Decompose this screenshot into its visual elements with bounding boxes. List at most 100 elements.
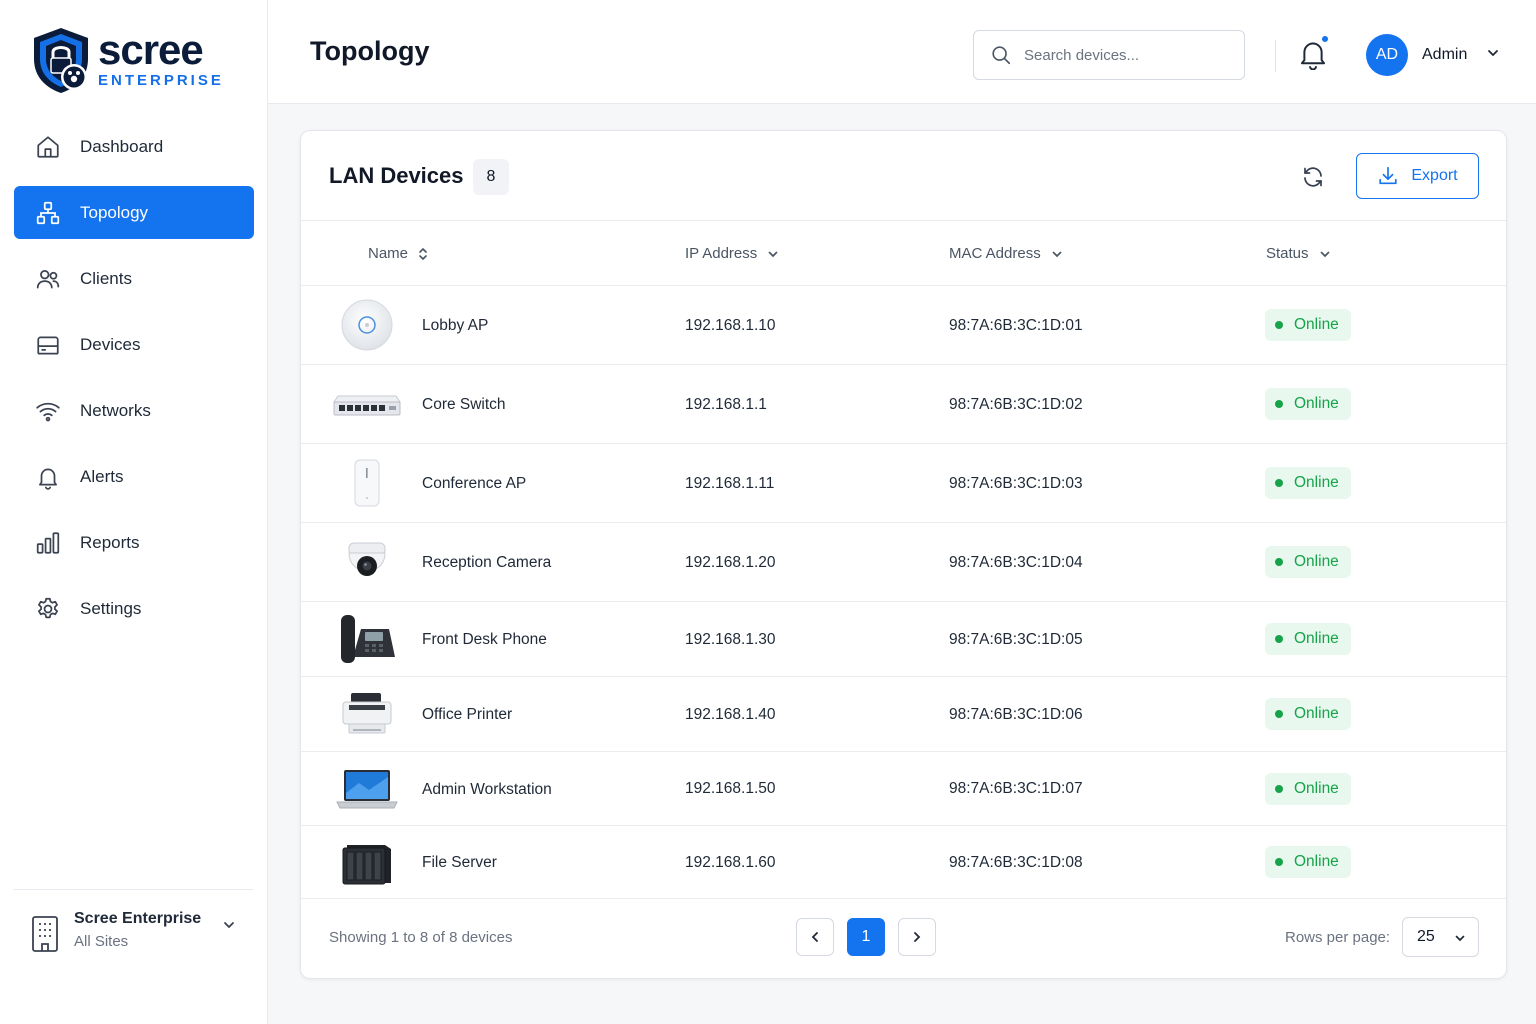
status-label: Online: [1294, 705, 1339, 722]
brand-logo[interactable]: scree ENTERPRISE: [28, 24, 224, 96]
sidebar-item-topology[interactable]: Topology: [14, 186, 254, 239]
rows-per-page-select[interactable]: 25: [1402, 917, 1479, 957]
status-dot: [1275, 710, 1283, 718]
device-name: Office Printer: [422, 706, 513, 723]
sidebar: scree ENTERPRISE Dashboard Topology Clie…: [0, 0, 268, 1024]
dome-camera-icon: [331, 534, 403, 590]
page-title: Topology: [310, 36, 430, 66]
column-header-ip[interactable]: IP Address: [685, 245, 779, 262]
topology-icon: [34, 199, 62, 227]
status-badge: Online: [1265, 467, 1351, 499]
column-label: Status: [1266, 245, 1309, 262]
notifications-button[interactable]: [1298, 34, 1330, 72]
mac-address: 98:7A:6B:3C:1D:04: [949, 554, 1083, 571]
sidebar-item-reports[interactable]: Reports: [14, 516, 254, 569]
rows-per-page-label: Rows per page:: [1285, 929, 1391, 946]
mac-address: 98:7A:6B:3C:1D:07: [949, 780, 1083, 797]
status-dot: [1275, 558, 1283, 566]
table-row[interactable]: Admin Workstation 192.168.1.50 98:7A:6B:…: [301, 752, 1506, 826]
user-name[interactable]: Admin: [1422, 46, 1467, 64]
refresh-button[interactable]: [1301, 165, 1325, 189]
brand-subtitle: ENTERPRISE: [98, 72, 224, 89]
sidebar-item-devices[interactable]: Devices: [14, 318, 254, 371]
mac-address: 98:7A:6B:3C:1D:03: [949, 475, 1083, 492]
mac-address: 98:7A:6B:3C:1D:06: [949, 706, 1083, 723]
sidebar-item-label: Reports: [80, 532, 140, 552]
sidebar-divider: [14, 889, 253, 890]
table-row[interactable]: Office Printer 192.168.1.40 98:7A:6B:3C:…: [301, 677, 1506, 752]
laptop-icon: [331, 762, 403, 816]
home-icon: [34, 133, 62, 161]
mac-address: 98:7A:6B:3C:1D:02: [949, 396, 1083, 413]
lan-devices-card: LAN Devices 8 Export Name IP Address MAC…: [300, 130, 1507, 979]
chevron-left-icon: [811, 932, 818, 942]
device-name: Front Desk Phone: [422, 631, 547, 648]
column-label: IP Address: [685, 245, 758, 262]
download-icon: [1379, 166, 1397, 185]
top-header: Topology AD Admin: [268, 0, 1536, 104]
table-row[interactable]: File Server 192.168.1.60 98:7A:6B:3C:1D:…: [301, 826, 1506, 899]
column-header-name[interactable]: Name: [368, 245, 428, 262]
nas-server-icon: [331, 835, 403, 889]
status-badge: Online: [1265, 773, 1351, 805]
chevron-down-icon: [1319, 248, 1331, 260]
header-divider: [1275, 40, 1276, 72]
sidebar-item-settings[interactable]: Settings: [14, 582, 254, 635]
sidebar-item-label: Devices: [80, 334, 141, 354]
org-subtitle: All Sites: [74, 933, 129, 950]
avatar[interactable]: AD: [1366, 34, 1408, 76]
search-input[interactable]: [1024, 46, 1224, 64]
building-icon: [32, 916, 58, 952]
sidebar-item-dashboard[interactable]: Dashboard: [14, 120, 254, 173]
search-box[interactable]: [973, 30, 1245, 80]
page-button-current[interactable]: 1: [847, 918, 885, 956]
sidebar-item-label: Settings: [80, 598, 142, 618]
bar-chart-icon: [34, 529, 62, 557]
ip-address: 192.168.1.11: [685, 475, 775, 492]
sidebar-item-alerts[interactable]: Alerts: [14, 450, 254, 503]
status-dot: [1275, 635, 1283, 643]
refresh-icon: [1304, 167, 1322, 187]
previous-page-button[interactable]: [796, 918, 834, 956]
card-header: LAN Devices 8 Export: [301, 131, 1506, 221]
device-name: Lobby AP: [422, 317, 489, 334]
device-count-badge: 8: [473, 159, 509, 195]
status-label: Online: [1294, 780, 1339, 797]
sidebar-item-networks[interactable]: Networks: [14, 384, 254, 437]
table-row[interactable]: Reception Camera 192.168.1.20 98:7A:6B:3…: [301, 523, 1506, 602]
pagination-summary: Showing 1 to 8 of 8 devices: [329, 929, 513, 946]
export-button[interactable]: Export: [1356, 153, 1479, 199]
next-page-button[interactable]: [898, 918, 936, 956]
ip-address: 192.168.1.40: [685, 706, 776, 723]
status-dot: [1275, 479, 1283, 487]
status-label: Online: [1294, 316, 1339, 333]
sidebar-nav: Dashboard Topology Clients Devices Netwo…: [14, 120, 254, 648]
status-label: Online: [1294, 553, 1339, 570]
column-header-status[interactable]: Status: [1266, 245, 1331, 262]
chevron-down-icon: [767, 248, 779, 260]
org-switcher[interactable]: Scree Enterprise All Sites: [28, 908, 248, 968]
chevron-down-icon[interactable]: [1486, 46, 1500, 60]
users-icon: [34, 265, 62, 293]
sidebar-item-label: Dashboard: [80, 136, 164, 156]
rows-per-page-value: 25: [1417, 928, 1435, 945]
access-point-tower-icon: [331, 455, 403, 511]
status-dot: [1275, 321, 1283, 329]
chevron-down-icon: [1455, 935, 1465, 942]
table-row[interactable]: Core Switch 192.168.1.1 98:7A:6B:3C:1D:0…: [301, 365, 1506, 444]
status-badge: Online: [1265, 388, 1351, 420]
shield-lock-icon: [34, 28, 88, 93]
status-dot: [1275, 785, 1283, 793]
table-row[interactable]: Lobby AP 192.168.1.10 98:7A:6B:3C:1D:01 …: [301, 286, 1506, 365]
sidebar-item-label: Networks: [80, 400, 151, 420]
sidebar-item-clients[interactable]: Clients: [14, 252, 254, 305]
status-badge: Online: [1265, 846, 1351, 878]
table-row[interactable]: Conference AP 192.168.1.11 98:7A:6B:3C:1…: [301, 444, 1506, 523]
status-badge: Online: [1265, 546, 1351, 578]
printer-icon: [331, 687, 403, 741]
column-label: MAC Address: [949, 245, 1041, 262]
table-row[interactable]: Front Desk Phone 192.168.1.30 98:7A:6B:3…: [301, 602, 1506, 677]
ip-address: 192.168.1.10: [685, 317, 776, 334]
ip-address: 192.168.1.30: [685, 631, 776, 648]
column-header-mac[interactable]: MAC Address: [949, 245, 1063, 262]
